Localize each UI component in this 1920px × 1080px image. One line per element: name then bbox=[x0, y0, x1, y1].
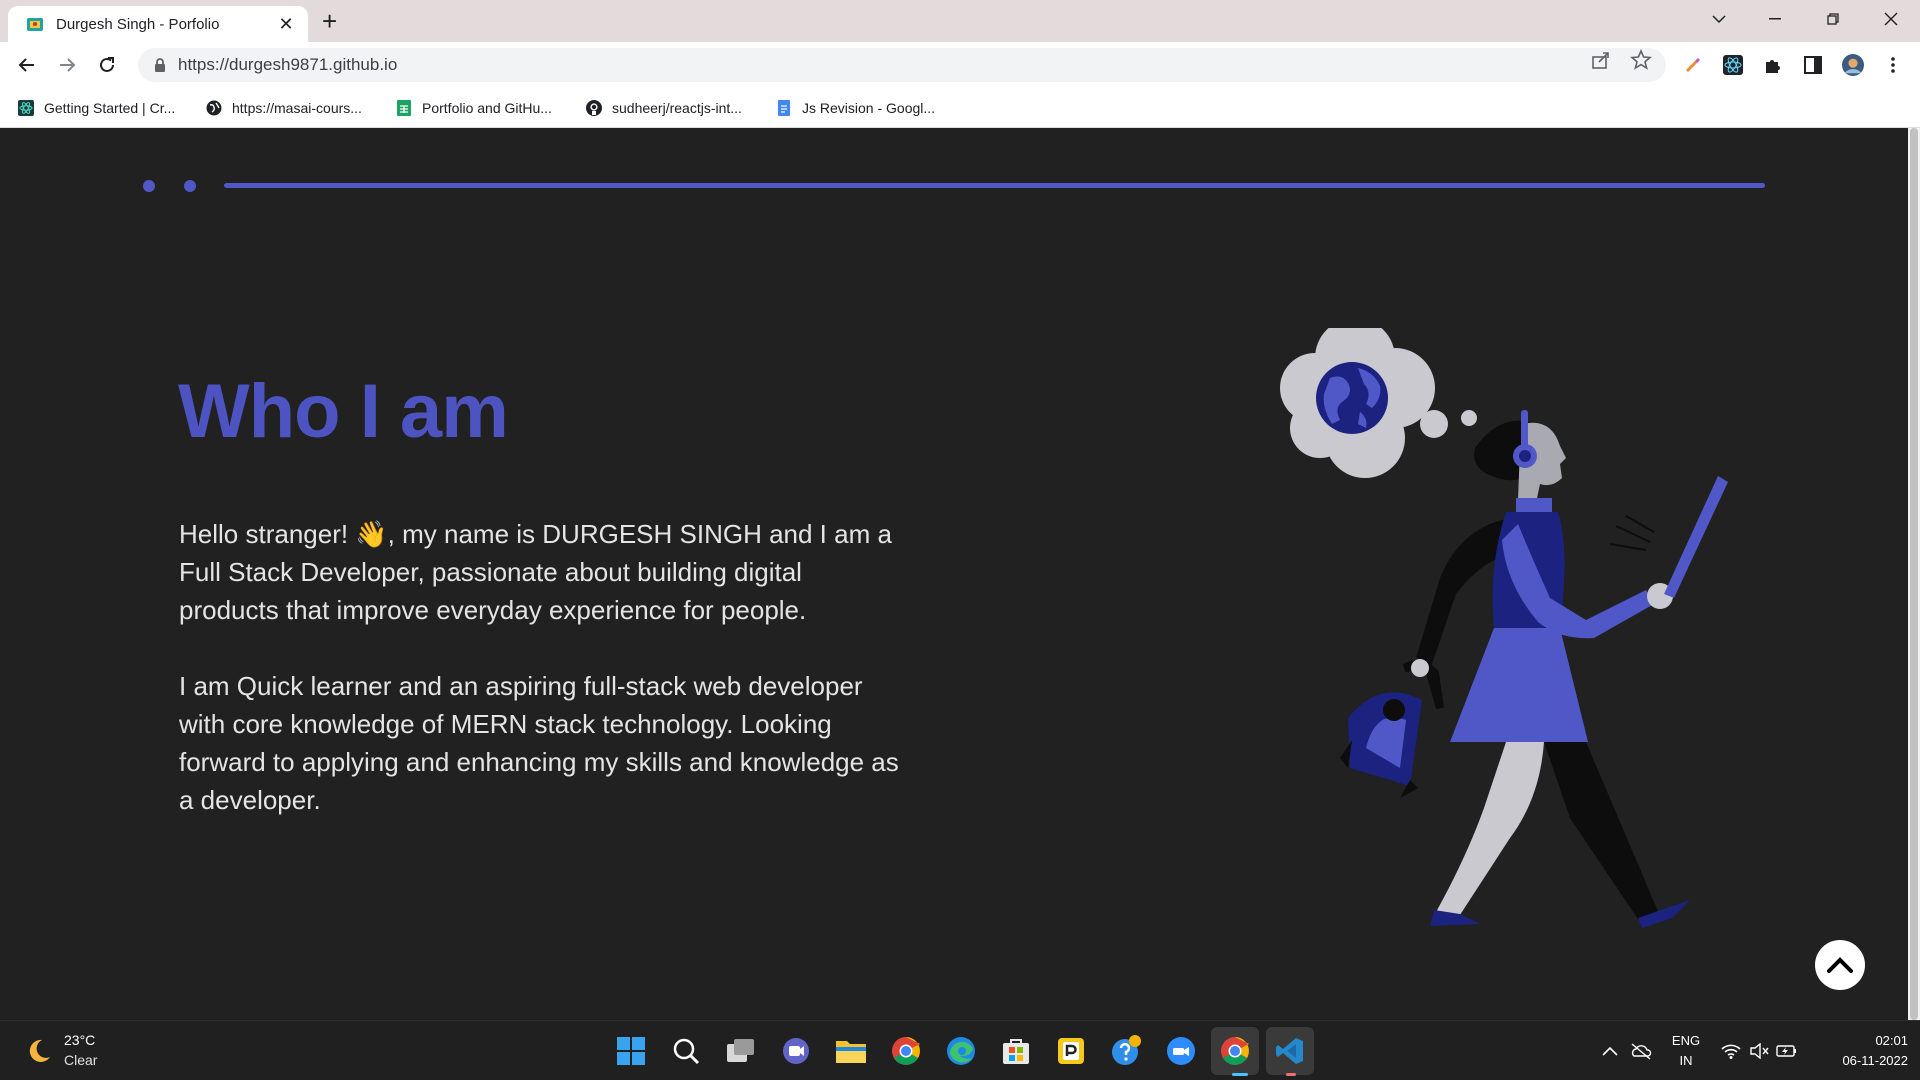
browser-tab[interactable]: Durgesh Singh - Porfolio ✕ bbox=[8, 6, 308, 42]
about-paragraph-skills: I am Quick learner and an aspiring full-… bbox=[179, 671, 899, 815]
vscode-icon[interactable] bbox=[1266, 1027, 1314, 1075]
bookmark-item[interactable]: Js Revision - Googl... bbox=[776, 96, 935, 120]
get-help-icon[interactable] bbox=[1109, 1034, 1143, 1068]
github-icon bbox=[586, 100, 602, 116]
forward-icon[interactable] bbox=[52, 50, 82, 80]
start-windows-icon[interactable] bbox=[614, 1034, 648, 1068]
color-picker-extension-icon[interactable] bbox=[1682, 54, 1704, 76]
bookmark-label: Getting Started | Cr... bbox=[44, 100, 176, 116]
restore-icon[interactable] bbox=[1810, 0, 1856, 38]
sticky-notes-icon[interactable] bbox=[1054, 1034, 1088, 1068]
chrome-icon[interactable] bbox=[889, 1034, 923, 1068]
moon-weather-icon[interactable] bbox=[24, 1037, 52, 1065]
share-icon[interactable] bbox=[1590, 49, 1612, 76]
extensions-puzzle-icon[interactable] bbox=[1762, 54, 1784, 76]
about-paragraph-intro: Hello stranger! 👋, my name is DURGESH SI… bbox=[179, 519, 892, 625]
side-panel-icon[interactable] bbox=[1802, 54, 1824, 76]
thought-cloud-icon bbox=[1280, 328, 1477, 478]
zoom-icon[interactable] bbox=[1164, 1034, 1198, 1068]
app-attention-indicator bbox=[1286, 1073, 1296, 1076]
sheets-icon bbox=[397, 100, 411, 116]
bookmarks-bar: Getting Started | Cr... https://masai-co… bbox=[0, 88, 1920, 128]
react-icon bbox=[18, 100, 34, 116]
reload-icon[interactable] bbox=[92, 50, 122, 80]
docs-icon bbox=[778, 100, 790, 116]
tab-title: Durgesh Singh - Porfolio bbox=[56, 15, 220, 33]
react-devtools-icon[interactable] bbox=[1722, 54, 1744, 76]
task-view-icon[interactable] bbox=[724, 1034, 758, 1068]
portfolio-page: Who I am Hello stranger! 👋, my name is D… bbox=[0, 128, 1908, 1020]
language-indicator[interactable]: ENG bbox=[1668, 1033, 1704, 1048]
address-bar[interactable]: https://durgesh9871.github.io bbox=[138, 48, 1666, 82]
bookmark-star-icon[interactable] bbox=[1630, 48, 1652, 76]
nav-dot[interactable] bbox=[143, 180, 155, 192]
globe-icon bbox=[206, 100, 222, 116]
active-app-indicator bbox=[1232, 1073, 1248, 1076]
profile-avatar[interactable] bbox=[1842, 54, 1864, 76]
tab-close-icon[interactable]: ✕ bbox=[276, 14, 296, 35]
microsoft-store-icon[interactable] bbox=[999, 1034, 1033, 1068]
bookmark-label: Portfolio and GitHu... bbox=[422, 100, 552, 116]
back-icon[interactable] bbox=[12, 50, 42, 80]
search-icon[interactable] bbox=[669, 1034, 703, 1068]
bookmark-item[interactable]: Portfolio and GitHu... bbox=[396, 96, 552, 120]
weather-condition[interactable]: Clear bbox=[64, 1052, 97, 1068]
weather-temperature[interactable]: 23°C bbox=[64, 1032, 95, 1048]
page-scrollbar[interactable] bbox=[1908, 128, 1920, 1020]
scrollbar-thumb[interactable] bbox=[1910, 128, 1918, 1020]
backpack-icon bbox=[1340, 660, 1444, 798]
bookmark-item[interactable]: https://masai-cours... bbox=[206, 96, 362, 120]
window-close-icon[interactable] bbox=[1868, 0, 1914, 38]
scroll-progress-line bbox=[224, 183, 1765, 188]
teams-chat-icon[interactable] bbox=[779, 1034, 813, 1068]
bookmark-label: sudheerj/reactjs-int... bbox=[612, 100, 742, 116]
tray-overflow-chevron-icon[interactable] bbox=[1593, 1034, 1627, 1068]
chevron-up-icon bbox=[1827, 957, 1853, 973]
portfolio-favicon-icon bbox=[27, 18, 43, 31]
battery-charging-icon[interactable] bbox=[1770, 1034, 1804, 1068]
region-indicator[interactable]: IN bbox=[1668, 1053, 1704, 1068]
tab-strip: Durgesh Singh - Porfolio ✕ + bbox=[0, 0, 1920, 42]
about-heading: Who I am bbox=[178, 369, 509, 454]
clock-date[interactable]: 06-11-2022 bbox=[1816, 1053, 1908, 1068]
chrome-active-icon[interactable] bbox=[1211, 1027, 1259, 1075]
lock-icon[interactable] bbox=[154, 58, 166, 72]
windows-taskbar: 23°C Clear ENG IN 02:01 06-11-2022 bbox=[0, 1020, 1920, 1080]
walking-girl-illustration bbox=[1280, 328, 1728, 928]
new-tab-button[interactable]: + bbox=[322, 6, 337, 36]
bookmark-label: Js Revision - Googl... bbox=[802, 100, 936, 116]
minimize-icon[interactable] bbox=[1752, 0, 1798, 38]
edge-icon[interactable] bbox=[944, 1034, 978, 1068]
scroll-to-top-button[interactable] bbox=[1815, 940, 1865, 990]
more-menu-icon[interactable] bbox=[1882, 54, 1904, 76]
clock-time[interactable]: 02:01 bbox=[1840, 1033, 1908, 1048]
tab-search-icon[interactable] bbox=[1696, 0, 1742, 38]
bookmark-label: https://masai-cours... bbox=[232, 100, 362, 116]
bookmark-item[interactable]: sudheerj/reactjs-int... bbox=[586, 96, 742, 120]
bookmark-item[interactable]: Getting Started | Cr... bbox=[18, 96, 175, 120]
onedrive-offline-icon[interactable] bbox=[1624, 1034, 1658, 1068]
browser-toolbar: https://durgesh9871.github.io bbox=[0, 42, 1920, 88]
file-explorer-icon[interactable] bbox=[834, 1034, 868, 1068]
url-text[interactable]: https://durgesh9871.github.io bbox=[178, 55, 397, 75]
nav-dot[interactable] bbox=[184, 180, 196, 192]
